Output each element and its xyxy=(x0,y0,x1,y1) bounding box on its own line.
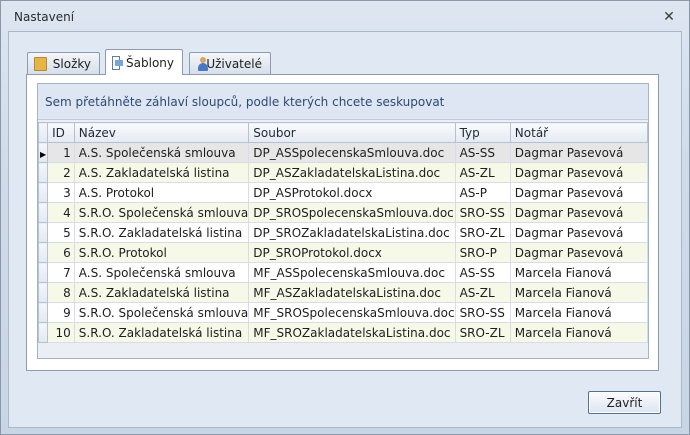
cell-notar[interactable]: Marcela Fianová xyxy=(509,302,649,323)
cell-id[interactable]: 4 xyxy=(47,202,75,223)
cell-id[interactable]: 6 xyxy=(47,242,75,263)
group-by-panel[interactable]: Sem přetáhněte záhlaví sloupců, podle kt… xyxy=(38,84,648,120)
row-indicator[interactable] xyxy=(37,322,49,343)
template-icon xyxy=(112,55,124,70)
cell-soubor[interactable]: MF_ASSpolecenskaSmlouva.doc xyxy=(248,262,456,283)
cell-id[interactable]: 8 xyxy=(47,282,75,303)
cell-soubor[interactable]: DP_ASProtokol.docx xyxy=(248,182,456,203)
cell-nazev[interactable]: A.S. Zakladatelská listina xyxy=(73,162,250,183)
cell-id[interactable]: 1 xyxy=(47,142,75,163)
cell-typ[interactable]: SRO-P xyxy=(454,242,511,263)
column-header-typ[interactable]: Typ xyxy=(454,122,511,143)
cell-nazev[interactable]: A.S. Protokol xyxy=(73,182,250,203)
cell-typ[interactable]: SRO-SS xyxy=(454,202,511,223)
row-indicator[interactable] xyxy=(37,182,49,203)
cell-notar[interactable]: Marcela Fianová xyxy=(509,322,649,343)
row-indicator[interactable] xyxy=(37,202,49,223)
tab-page-sablony: Sem přetáhněte záhlaví sloupců, podle kt… xyxy=(26,74,659,371)
tab-label: Uživatelé xyxy=(206,56,262,71)
row-indicator-header xyxy=(37,122,49,143)
cell-id[interactable]: 9 xyxy=(47,302,75,323)
tab-slozky[interactable]: Složky xyxy=(27,52,100,74)
table-row[interactable]: 5 S.R.O. Zakladatelská listina DP_SROZakla… xyxy=(37,222,649,243)
cell-notar[interactable]: Dagmar Pasevová xyxy=(509,222,649,243)
cell-typ[interactable]: AS-P xyxy=(454,182,511,203)
title-bar[interactable]: Nastavení ✕ xyxy=(1,1,689,33)
cell-soubor[interactable]: DP_SROZakladatelskaListina.doc xyxy=(248,222,456,243)
tab-uzivatele[interactable]: Uživatelé xyxy=(189,52,271,74)
cell-typ[interactable]: SRO-SS xyxy=(454,302,511,323)
cell-typ[interactable]: SRO-ZL xyxy=(454,222,511,243)
table-row[interactable]: 6 S.R.O. Protokol DP_SROProtokol.docx SRO-P… xyxy=(37,242,649,263)
row-indicator[interactable] xyxy=(37,162,49,183)
row-indicator[interactable] xyxy=(37,242,49,263)
focused-row-arrow-icon: ▶ xyxy=(39,149,47,159)
cell-notar[interactable]: Dagmar Pasevová xyxy=(509,182,649,203)
cell-id[interactable]: 10 xyxy=(47,322,75,343)
window-title: Nastavení xyxy=(14,10,75,24)
cell-notar[interactable]: Dagmar Pasevová xyxy=(509,162,649,183)
user-icon xyxy=(196,56,209,71)
row-indicator[interactable]: ▶ xyxy=(37,142,49,163)
table-row[interactable]: 3 A.S. Protokol DP_ASProtokol.docx AS-P Dagm… xyxy=(37,182,649,203)
cell-notar[interactable]: Marcela Fianová xyxy=(509,262,649,283)
cell-soubor[interactable]: DP_SROSpolecenskaSmlouva.doc xyxy=(248,202,456,223)
cell-typ[interactable]: AS-SS xyxy=(454,142,511,163)
settings-window: Nastavení ✕ Složky Šablony Uživatelé Sem… xyxy=(0,0,690,435)
cell-typ[interactable]: AS-ZL xyxy=(454,162,511,183)
tab-sablony[interactable]: Šablony xyxy=(105,49,183,75)
cell-typ[interactable]: AS-ZL xyxy=(454,282,511,303)
cell-id[interactable]: 7 xyxy=(47,262,75,283)
table-row[interactable]: 8 A.S. Zakladatelská listina MF_ASZakladat… xyxy=(37,282,649,303)
cell-soubor[interactable]: DP_ASSpolecenskaSmlouva.doc xyxy=(248,142,456,163)
templates-grid: Sem přetáhněte záhlaví sloupců, podle kt… xyxy=(37,83,649,359)
cell-id[interactable]: 2 xyxy=(47,162,75,183)
table-row[interactable]: 7 A.S. Společenská smlouva MF_ASSpolecensk… xyxy=(37,262,649,283)
cell-notar[interactable]: Dagmar Pasevová xyxy=(509,202,649,223)
row-indicator[interactable] xyxy=(37,262,49,283)
header-row: ID Název Soubor Typ Notář xyxy=(37,122,649,143)
cell-notar[interactable]: Dagmar Pasevová xyxy=(509,142,649,163)
table-row[interactable]: 10 S.R.O. Zakladatelská listina MF_SROZakl… xyxy=(37,322,649,343)
column-header-soubor[interactable]: Soubor xyxy=(248,122,456,143)
cell-soubor[interactable]: MF_SROZakladatelskaListina.doc xyxy=(248,322,456,343)
cell-nazev[interactable]: A.S. Společenská smlouva xyxy=(73,262,250,283)
templates-table: ID Název Soubor Typ Notář ▶ 1 A.S. Společe… xyxy=(37,122,649,343)
folder-icon xyxy=(34,56,47,71)
cell-nazev[interactable]: S.R.O. Společenská smlouva xyxy=(73,202,250,223)
row-indicator[interactable] xyxy=(37,222,49,243)
cell-nazev[interactable]: S.R.O. Společenská smlouva xyxy=(73,302,250,323)
table-row[interactable]: 2 A.S. Zakladatelská listina DP_ASZakladat… xyxy=(37,162,649,183)
cell-id[interactable]: 5 xyxy=(47,222,75,243)
column-header-nazev[interactable]: Název xyxy=(73,122,250,143)
cell-notar[interactable]: Dagmar Pasevová xyxy=(509,242,649,263)
cell-nazev[interactable]: A.S. Společenská smlouva xyxy=(73,142,250,163)
cell-soubor[interactable]: DP_SROProtokol.docx xyxy=(248,242,456,263)
table-row[interactable]: 9 S.R.O. Společenská smlouva MF_SROSpolece… xyxy=(37,302,649,323)
window-client-area: Složky Šablony Uživatelé Sem přetáhněte … xyxy=(8,31,682,428)
cell-nazev[interactable]: S.R.O. Zakladatelská listina xyxy=(73,222,250,243)
column-header-id[interactable]: ID xyxy=(47,122,75,143)
cell-notar[interactable]: Marcela Fianová xyxy=(509,282,649,303)
row-indicator[interactable] xyxy=(37,302,49,323)
group-by-hint: Sem přetáhněte záhlaví sloupců, podle kt… xyxy=(45,94,445,109)
cell-soubor[interactable]: MF_SROSpolecenskaSmlouva.doc xyxy=(248,302,456,323)
cell-soubor[interactable]: DP_ASZakladatelskaListina.doc xyxy=(248,162,456,183)
tab-label: Šablony xyxy=(126,55,174,70)
cell-soubor[interactable]: MF_ASZakladatelskaListina.doc xyxy=(248,282,456,303)
cell-typ[interactable]: SRO-ZL xyxy=(454,322,511,343)
table-row[interactable]: 4 S.R.O. Společenská smlouva DP_SROSpolece… xyxy=(37,202,649,223)
column-header-notar[interactable]: Notář xyxy=(509,122,649,143)
table-row[interactable]: ▶ 1 A.S. Společenská smlouva DP_ASSpolecens… xyxy=(37,142,649,163)
cell-nazev[interactable]: S.R.O. Zakladatelská listina xyxy=(73,322,250,343)
close-icon[interactable]: ✕ xyxy=(661,9,677,25)
cell-nazev[interactable]: A.S. Zakladatelská listina xyxy=(73,282,250,303)
cell-typ[interactable]: AS-SS xyxy=(454,262,511,283)
tab-label: Složky xyxy=(52,56,91,71)
cell-nazev[interactable]: S.R.O. Protokol xyxy=(73,242,250,263)
close-button[interactable]: Zavřít xyxy=(588,391,661,414)
cell-id[interactable]: 3 xyxy=(47,182,75,203)
row-indicator[interactable] xyxy=(37,282,49,303)
